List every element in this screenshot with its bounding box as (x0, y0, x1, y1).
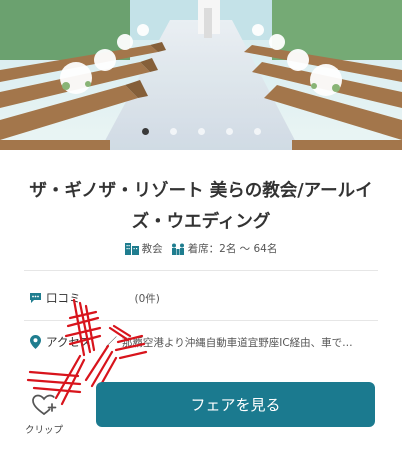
carousel-indicator[interactable] (0, 128, 402, 135)
venue-meta: 教会 着席：2名 〜 64名 (0, 241, 402, 256)
venue-seats-label: 着席：2名 〜 64名 (187, 243, 278, 255)
heart-plus-icon (32, 394, 57, 415)
hero-carousel[interactable] (0, 0, 402, 150)
building-icon (124, 243, 139, 255)
access-row[interactable]: アクセス ／ 那覇空港より沖縄自動車道宜野座IC経由、車で… (27, 334, 377, 350)
carousel-dot[interactable] (253, 128, 261, 135)
venue-title: ザ・ギノザ・リゾート 美らの教会/アールイズ・ウエディング (29, 181, 373, 232)
view-fair-button[interactable]: フェアを見る (96, 382, 375, 427)
people-icon (171, 243, 184, 255)
venue-type-label: 教会 (141, 243, 163, 255)
venue-seats: 着席：2名 〜 64名 (171, 241, 278, 256)
carousel-dot[interactable] (225, 128, 233, 135)
carousel-dot[interactable] (197, 128, 205, 135)
carousel-dot[interactable] (169, 128, 177, 135)
carousel-dot-active[interactable] (141, 128, 149, 135)
access-label: アクセス (46, 335, 92, 349)
venue-type: 教会 (124, 241, 163, 256)
reviews-label: 口コミ (46, 291, 81, 305)
access-text: 那覇空港より沖縄自動車道宜野座IC経由、車で… (121, 336, 353, 349)
clip-label: クリップ (24, 425, 63, 436)
clip-button[interactable]: クリップ (22, 394, 66, 436)
reviews-row[interactable]: 口コミ (0件) (27, 290, 377, 306)
location-pin-icon (27, 335, 43, 349)
divider (24, 320, 378, 321)
access-separator: ／ (105, 335, 117, 349)
chat-icon (27, 292, 43, 304)
reviews-count: (0件) (134, 292, 160, 305)
divider (24, 270, 378, 271)
